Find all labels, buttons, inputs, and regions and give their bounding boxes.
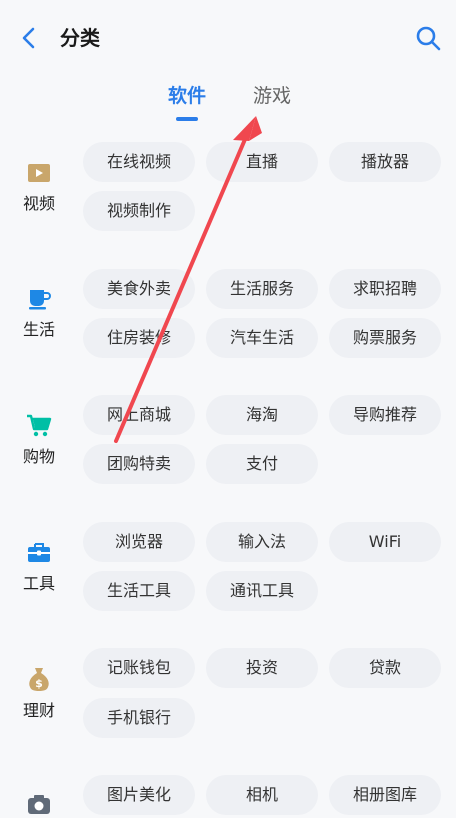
back-arrow-icon[interactable] <box>16 24 44 52</box>
category-label: 视频 <box>23 194 56 213</box>
category-label: 工具 <box>23 574 56 593</box>
chip-live[interactable]: 直播 <box>206 142 318 182</box>
chip-car-life[interactable]: 汽车生活 <box>206 318 318 358</box>
chip-input-method[interactable]: 输入法 <box>206 522 318 562</box>
chip-payment[interactable]: 支付 <box>206 444 318 484</box>
search-icon[interactable] <box>414 24 442 52</box>
chip-online-video[interactable]: 在线视频 <box>83 142 195 182</box>
chip-ticket[interactable]: 购票服务 <box>329 318 441 358</box>
camera-icon <box>28 795 50 814</box>
chip-album[interactable]: 相册图库 <box>329 775 441 815</box>
header: 分类 <box>0 0 456 72</box>
coffee-cup-icon <box>29 290 51 310</box>
tab-bar: 软件 游戏 <box>0 80 456 124</box>
chip-wifi[interactable]: WiFi <box>329 522 441 562</box>
chip-bookkeeping-wallet[interactable]: 记账钱包 <box>83 648 195 688</box>
chip-photo-beautify[interactable]: 图片美化 <box>83 775 195 815</box>
chip-shopping-guide[interactable]: 导购推荐 <box>329 395 441 435</box>
category-label: 购物 <box>23 447 56 466</box>
chip-group-buy[interactable]: 团购特卖 <box>83 444 195 484</box>
chip-communication-tools[interactable]: 通讯工具 <box>206 571 318 611</box>
category-label: 生活 <box>23 320 56 339</box>
chip-food-delivery[interactable]: 美食外卖 <box>83 269 195 309</box>
svg-text:$: $ <box>35 677 43 690</box>
chip-life-service[interactable]: 生活服务 <box>206 269 318 309</box>
video-icon <box>28 164 50 182</box>
category-label: 理财 <box>23 701 56 720</box>
tab-software[interactable]: 软件 <box>168 82 206 110</box>
shopping-cart-icon <box>27 414 52 437</box>
chip-player[interactable]: 播放器 <box>329 142 441 182</box>
chip-browser[interactable]: 浏览器 <box>83 522 195 562</box>
money-bag-icon: $ <box>29 668 49 691</box>
chip-home-decor[interactable]: 住房装修 <box>83 318 195 358</box>
chip-mobile-banking[interactable]: 手机银行 <box>83 698 195 738</box>
chip-job[interactable]: 求职招聘 <box>329 269 441 309</box>
page-title: 分类 <box>60 26 100 50</box>
tab-games[interactable]: 游戏 <box>253 82 291 110</box>
active-tab-indicator <box>176 117 198 121</box>
chip-camera[interactable]: 相机 <box>206 775 318 815</box>
chip-video-making[interactable]: 视频制作 <box>83 191 195 231</box>
chip-life-tools[interactable]: 生活工具 <box>83 571 195 611</box>
chip-loan[interactable]: 贷款 <box>329 648 441 688</box>
chip-haitao[interactable]: 海淘 <box>206 395 318 435</box>
chip-online-mall[interactable]: 网上商城 <box>83 395 195 435</box>
chip-investment[interactable]: 投资 <box>206 648 318 688</box>
toolbox-icon <box>28 543 50 562</box>
